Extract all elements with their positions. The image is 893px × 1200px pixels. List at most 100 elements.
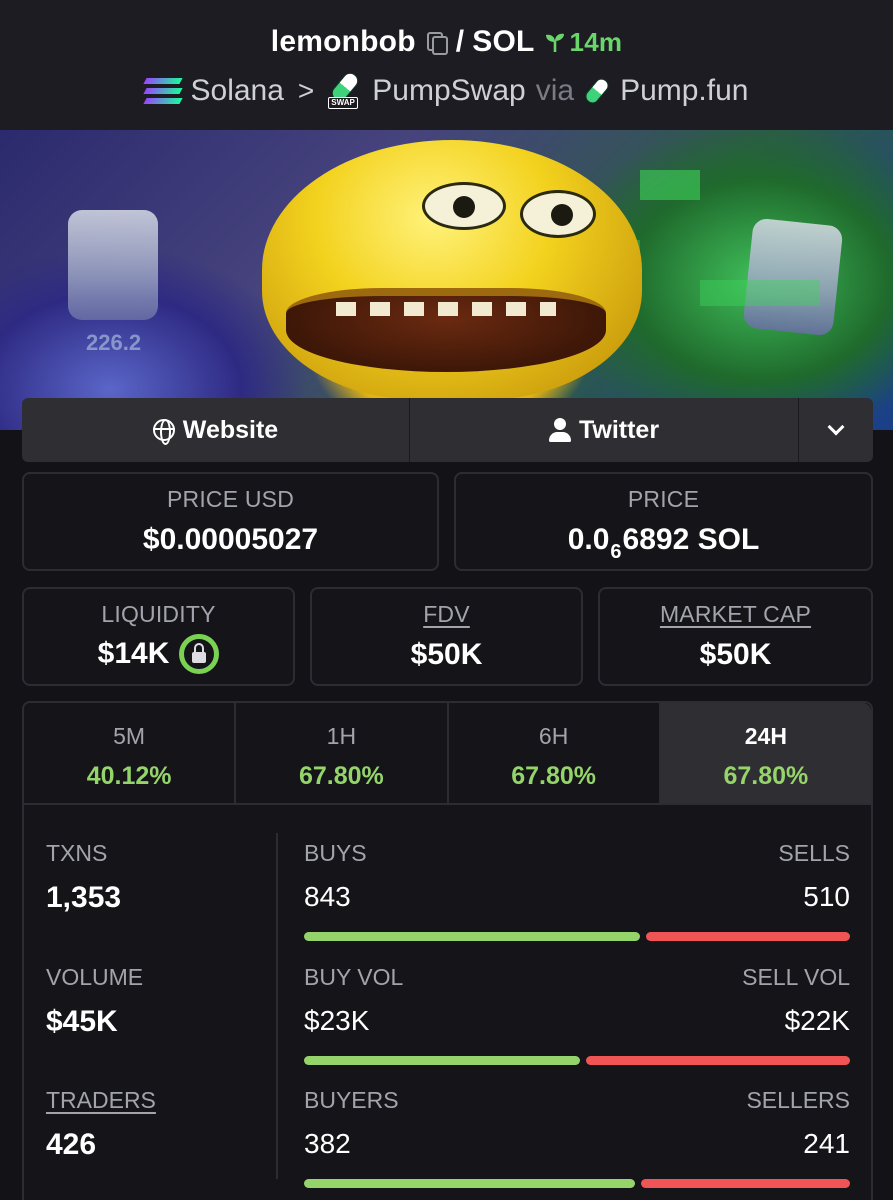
social-links-bar: Website Twitter [22, 398, 873, 462]
website-label: Website [182, 415, 279, 444]
sell-vol-value: $22K [784, 1005, 850, 1036]
globe-icon [152, 419, 175, 445]
traders-split-row: BUYERS SELLERS 382 241 [304, 1087, 850, 1188]
traders-label[interactable]: TRADERS [46, 1087, 156, 1114]
price-usd-label: PRICE USD [166, 486, 295, 512]
tab-label: 6H [538, 723, 569, 749]
liquidity-value: $14K [97, 637, 170, 670]
quote-token: SOL [472, 25, 535, 58]
lemon-eye-right [520, 190, 596, 238]
copy-icon[interactable] [426, 31, 448, 55]
fdv-label[interactable]: FDV [423, 601, 470, 628]
buy-vol-value: $23K [304, 1005, 370, 1036]
pair-age: 14m [569, 26, 623, 57]
banner-glitch [640, 170, 700, 200]
buy-vol-label: BUY VOL [304, 964, 404, 990]
price-native-digits: 6892 SOL [622, 523, 760, 556]
price-native-prefix: 0.0 [567, 523, 610, 556]
price-native-zero-count: 6 [610, 540, 622, 563]
volume-stat: VOLUME $45K [46, 964, 143, 1039]
price-usd-value: $0.00005027 [142, 523, 319, 556]
pair-separator: / [455, 25, 465, 58]
seedling-icon [545, 33, 564, 52]
buyers-value: 382 [304, 1128, 351, 1159]
lemon-character [262, 140, 642, 400]
tab-6h[interactable]: 6H 67.80% [449, 703, 661, 803]
lemon-mouth [286, 288, 606, 372]
pair-header: lemonbob / SOL 14m Solana > SWAP PumpSwa… [0, 0, 893, 130]
buys-sells-row: BUYS SELLS 843 510 [304, 840, 850, 941]
sellers-bar-fill [641, 1179, 850, 1188]
buys-sells-bar [304, 932, 850, 941]
txns-stat: TXNS 1,353 [46, 840, 121, 915]
token-name[interactable]: lemonbob [271, 25, 416, 59]
traders-stat: TRADERS 426 [46, 1087, 156, 1162]
volume-label: VOLUME [46, 964, 144, 990]
traders-split-bar [304, 1179, 850, 1188]
banner-jar-left [68, 210, 158, 320]
sell-vol-bar-fill [586, 1056, 850, 1065]
breadcrumb: Solana > SWAP PumpSwap via Pump.fun [142, 69, 748, 109]
market-cap-label[interactable]: MARKET CAP [660, 601, 811, 628]
price-native-label: PRICE [627, 486, 700, 512]
liquidity-lock-icon[interactable] [179, 634, 220, 674]
stats-divider [276, 833, 278, 1179]
tab-1h[interactable]: 1H 67.80% [236, 703, 449, 803]
price-native-value: 0.0 6 6892 SOL [567, 523, 760, 563]
sells-value: 510 [803, 881, 850, 912]
pair-age-badge: 14m [543, 27, 623, 58]
market-cap-value: $50K [699, 638, 772, 671]
tab-change: 40.12% [86, 762, 172, 790]
buy-vol-bar-fill [304, 1056, 580, 1065]
tab-5m[interactable]: 5M 40.12% [24, 703, 237, 803]
banner-overlay-text: 226.2 [86, 330, 142, 355]
tab-label: 5M [113, 723, 146, 749]
lemon-eye-left [422, 182, 506, 230]
twitter-button[interactable]: Twitter [410, 398, 799, 462]
pair-title: lemonbob / SOL 14m [271, 25, 622, 59]
chevron-down-icon [827, 418, 845, 436]
banner-glitch [700, 280, 820, 306]
tab-change: 67.80% [723, 762, 809, 790]
timeframe-tabs: 5M 40.12% 1H 67.80% 6H 67.80% 24H 67.80% [24, 703, 871, 805]
user-icon [548, 418, 571, 442]
breadcrumb-launchpad[interactable]: Pump.fun [620, 74, 748, 108]
tab-24h[interactable]: 24H 67.80% [660, 703, 871, 803]
sell-vol-label: SELL VOL [742, 964, 850, 990]
buys-bar-fill [304, 932, 640, 941]
market-cap-card: MARKET CAP $50K [598, 587, 873, 686]
sells-bar-fill [646, 932, 850, 941]
sellers-value: 241 [803, 1128, 850, 1159]
solana-logo-icon [142, 78, 183, 104]
txns-value: 1,353 [46, 881, 122, 914]
breadcrumb-chain[interactable]: Solana [191, 74, 284, 108]
sells-label: SELLS [778, 840, 850, 866]
txns-label: TXNS [46, 840, 108, 866]
sellers-label: SELLERS [746, 1087, 850, 1113]
more-links-button[interactable] [799, 398, 873, 462]
volume-split-bar [304, 1056, 850, 1065]
tab-label: 1H [326, 723, 357, 749]
pumpfun-pill-icon [582, 75, 612, 107]
buyers-bar-fill [304, 1179, 635, 1188]
website-button[interactable]: Website [22, 398, 410, 462]
token-banner-image: 226.2 [0, 130, 893, 430]
breadcrumb-dex[interactable]: PumpSwap [372, 74, 525, 108]
twitter-label: Twitter [578, 415, 660, 444]
fdv-value: $50K [410, 638, 483, 671]
tab-label: 24H [744, 723, 787, 749]
price-usd-card: PRICE USD $0.00005027 [22, 472, 439, 571]
buys-label: BUYS [304, 840, 367, 866]
volume-value: $45K [46, 1005, 118, 1038]
stats-panel: 5M 40.12% 1H 67.80% 6H 67.80% 24H 67.80%… [22, 701, 873, 1200]
pumpswap-logo-icon: SWAP [328, 69, 362, 109]
banner-jar-right [742, 217, 844, 337]
buys-value: 843 [304, 881, 351, 912]
volume-split-row: BUY VOL SELL VOL $23K $22K [304, 964, 850, 1065]
via-label: via [535, 74, 575, 107]
traders-value: 426 [46, 1128, 97, 1161]
tab-change: 67.80% [511, 762, 597, 790]
buyers-label: BUYERS [304, 1087, 399, 1113]
tab-change: 67.80% [298, 762, 384, 790]
liquidity-label: LIQUIDITY [101, 601, 216, 627]
